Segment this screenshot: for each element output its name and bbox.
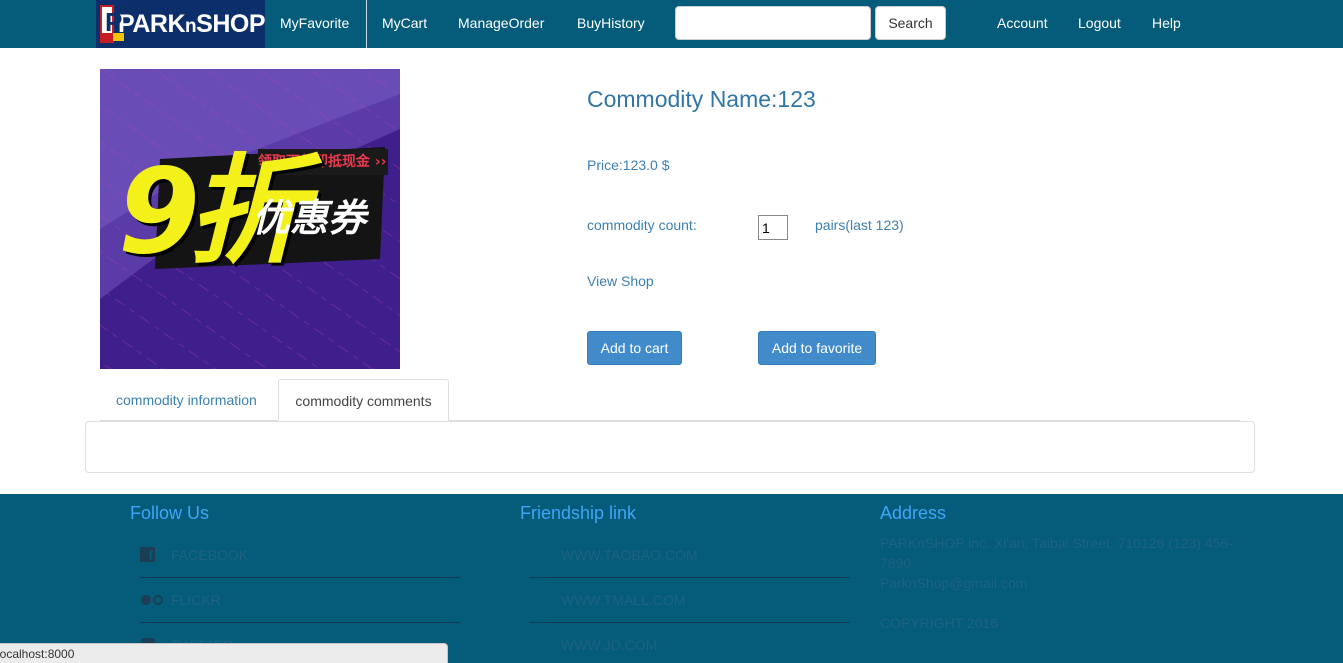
- nav-help[interactable]: Help: [1152, 0, 1181, 48]
- search-button[interactable]: Search: [875, 6, 946, 40]
- commodity-title: Commodity Name:123: [587, 86, 816, 112]
- friend-link-taobao[interactable]: WWW.TAOBAO.COM: [561, 547, 698, 563]
- facebook-icon: f: [140, 547, 155, 563]
- parknshop-logo[interactable]: P PARKnSHOP: [96, 0, 265, 48]
- view-shop-link[interactable]: View Shop: [587, 273, 654, 289]
- flickr-icon: [141, 595, 165, 605]
- stock-remaining-label: pairs(last 123): [815, 217, 904, 233]
- friend-link-tmall[interactable]: WWW.TMALL.COM: [561, 592, 685, 608]
- footer-divider: [140, 577, 460, 578]
- image-coupon-text: 优惠券: [252, 196, 367, 240]
- nav-mycart[interactable]: MyCart: [382, 0, 427, 48]
- quantity-input[interactable]: [758, 215, 788, 240]
- add-to-cart-button[interactable]: Add to cart: [587, 331, 682, 365]
- friend-link-jd[interactable]: WWW.JD.COM: [561, 637, 657, 653]
- follow-link-flickr[interactable]: FLICKR: [171, 592, 221, 608]
- address-text: PARKnSHOP inc. Xi'an, Taibai Street, 710…: [880, 535, 1233, 571]
- nav-buyhistory[interactable]: BuyHistory: [577, 0, 645, 48]
- copyright-text: COPYRIGHT 2016: [880, 615, 999, 631]
- follow-us-heading: Follow Us: [130, 503, 210, 523]
- friendship-link-heading: Friendship link: [520, 503, 637, 523]
- tab-commodity-comments[interactable]: commodity comments: [278, 379, 449, 421]
- nav-account[interactable]: Account: [997, 0, 1048, 48]
- logo-text: PARKnSHOP: [118, 9, 265, 38]
- address-heading: Address: [880, 503, 947, 523]
- nav-logout[interactable]: Logout: [1078, 0, 1121, 48]
- search-input[interactable]: [675, 6, 871, 40]
- browser-status-bar: localhost:8000: [0, 643, 448, 663]
- tab-panel: [85, 421, 1255, 473]
- footer-divider: [530, 577, 850, 578]
- follow-link-facebook[interactable]: FACEBOOK: [171, 547, 248, 563]
- nav-myfavorite[interactable]: MyFavorite: [280, 0, 349, 48]
- product-image: 领取下单即抵现金 ›› 9折 优惠券: [100, 69, 400, 369]
- status-url: localhost:8000: [0, 647, 75, 661]
- nav-divider: [366, 0, 367, 48]
- commodity-price: Price:123.0 $: [587, 157, 670, 173]
- tab-commodity-information[interactable]: commodity information: [100, 379, 273, 421]
- logo-mark-icon: P: [100, 5, 124, 43]
- footer-divider: [530, 622, 850, 623]
- add-to-favorite-button[interactable]: Add to favorite: [758, 331, 876, 365]
- commodity-count-label: commodity count:: [587, 217, 697, 233]
- nav-manageorder[interactable]: ManageOrder: [458, 0, 544, 48]
- footer-divider: [140, 622, 460, 623]
- top-navbar: P PARKnSHOP MyFavorite MyCart ManageOrde…: [0, 0, 1343, 48]
- contact-email: ParknShop@gmail.com: [880, 575, 1028, 591]
